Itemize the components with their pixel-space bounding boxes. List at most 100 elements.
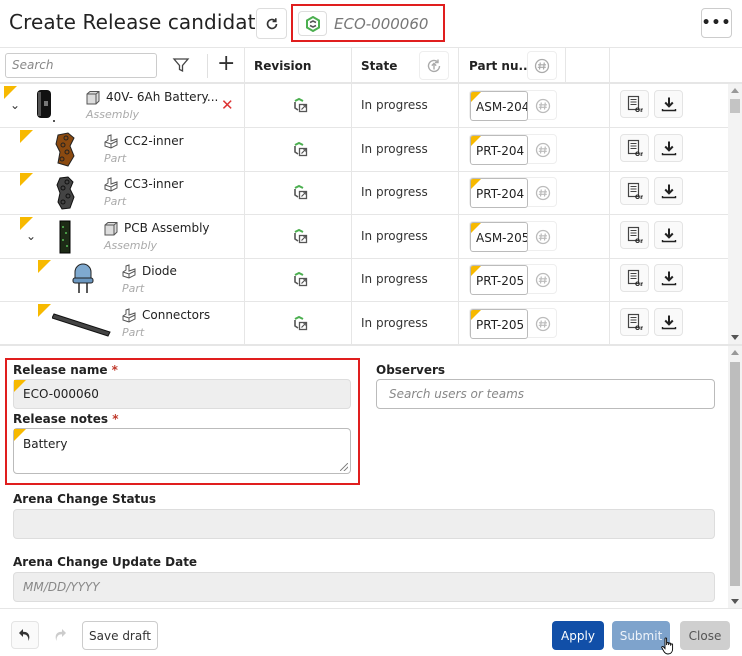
part-number-input[interactable]: PRT-205 [470, 265, 528, 295]
undo-button[interactable] [11, 621, 39, 649]
generate-part-number-button[interactable] [530, 138, 556, 162]
column-divider [351, 214, 352, 259]
item-type: Part [104, 151, 127, 165]
arena-change-update-date-field[interactable]: MM/DD/YYYY [13, 572, 715, 602]
properties-button[interactable]: On [620, 177, 649, 205]
part-thumbnail [48, 219, 82, 255]
refresh-button[interactable] [256, 8, 287, 39]
search-input[interactable]: Search [5, 53, 157, 78]
svg-text:On: On [635, 151, 643, 157]
redo-button[interactable] [47, 621, 73, 649]
item-type: Assembly [104, 238, 158, 252]
close-button[interactable]: Close [680, 621, 730, 650]
table-row[interactable]: Connectors Part In progress PRT-205 On [0, 301, 728, 344]
item-name[interactable]: Connectors [142, 308, 210, 322]
filter-icon[interactable] [172, 56, 190, 74]
expand-chevron-icon[interactable]: ⌄ [10, 98, 20, 112]
revision-link[interactable] [291, 96, 309, 117]
table-scrollbar[interactable] [728, 84, 742, 344]
more-options-button[interactable]: ••• [701, 8, 732, 38]
release-name-field[interactable]: ECO-000060 [13, 379, 351, 409]
edited-flag [38, 303, 51, 317]
refresh-icon [266, 17, 277, 29]
part-number-input[interactable]: PRT-204 [470, 178, 528, 208]
download-button[interactable] [654, 133, 683, 162]
item-state: In progress [361, 141, 428, 156]
item-name[interactable]: CC3-inner [124, 177, 184, 191]
observers-search-input[interactable]: Search users or teams [376, 379, 715, 409]
scroll-up-arrow[interactable] [731, 350, 739, 355]
arena-change-status-field[interactable] [13, 509, 715, 539]
expand-chevron-icon[interactable]: ⌄ [26, 229, 36, 243]
part-thumbnail [28, 88, 62, 124]
part-number-input[interactable]: ASM-205 [470, 221, 528, 252]
scroll-down-arrow[interactable] [731, 335, 739, 340]
scroll-up-arrow[interactable] [731, 88, 739, 93]
column-divider [565, 48, 566, 84]
item-name[interactable]: CC2-inner [124, 134, 184, 148]
properties-button[interactable]: On [620, 220, 649, 249]
revision-icon [294, 315, 308, 330]
download-icon [661, 97, 676, 112]
state-refresh-button[interactable] [419, 51, 449, 80]
part-number-input[interactable]: PRT-204 [470, 134, 528, 165]
save-draft-button[interactable]: Save draft [82, 621, 158, 650]
properties-button[interactable]: On [620, 307, 649, 336]
column-header-state[interactable]: State [361, 59, 397, 73]
table-row[interactable]: CC2-inner Part In progress PRT-204 On [0, 127, 728, 172]
add-icon[interactable]: + [217, 51, 235, 77]
column-divider [244, 127, 245, 172]
part-number-cell: PRT-204 [469, 133, 557, 165]
properties-icon: On [627, 226, 643, 244]
download-button[interactable] [654, 90, 683, 118]
edited-flag [471, 135, 481, 146]
item-name[interactable]: Diode [142, 264, 177, 278]
generate-part-number-button[interactable] [530, 94, 556, 118]
download-icon [661, 184, 676, 199]
item-state: In progress [361, 272, 428, 286]
table-row[interactable]: ⌄ 40V- 6Ah Battery... Assembly ✕ In progress… [0, 84, 728, 128]
revision-icon [294, 271, 308, 287]
release-notes-textarea[interactable]: Battery [13, 428, 351, 474]
item-name[interactable]: 40V- 6Ah Battery... [106, 90, 218, 104]
generate-part-number-button[interactable] [530, 268, 556, 292]
revision-link[interactable] [291, 270, 309, 291]
properties-button[interactable]: On [620, 264, 649, 292]
part-number-input[interactable]: ASM-204 [470, 91, 528, 121]
part-number-input[interactable]: PRT-205 [470, 308, 528, 339]
properties-button[interactable]: On [620, 133, 649, 162]
revision-link[interactable] [291, 314, 309, 335]
item-name[interactable]: PCB Assembly [124, 221, 210, 235]
remove-icon[interactable]: ✕ [221, 96, 234, 114]
column-divider [609, 127, 610, 172]
apply-button[interactable]: Apply [552, 621, 604, 650]
resize-handle[interactable] [340, 463, 348, 471]
column-header-part-number[interactable]: Part nu... [469, 59, 532, 73]
part-number-icon [535, 316, 551, 331]
scroll-down-arrow[interactable] [731, 599, 739, 604]
scrollbar-thumb[interactable] [730, 362, 740, 586]
scrollbar-thumb[interactable] [730, 99, 740, 113]
table-row[interactable]: ⌄ PCB Assembly Assembly In progress ASM-205 O… [0, 214, 728, 259]
download-button[interactable] [654, 220, 683, 249]
generate-part-number-button[interactable] [530, 225, 556, 249]
item-state: In progress [361, 98, 428, 112]
download-button[interactable] [654, 177, 683, 205]
revision-link[interactable] [291, 183, 309, 204]
item-type: Part [104, 195, 127, 208]
revision-link[interactable] [291, 140, 309, 161]
generate-part-numbers-button[interactable] [527, 51, 557, 80]
download-button[interactable] [654, 307, 683, 336]
properties-button[interactable]: On [620, 90, 649, 118]
download-button[interactable] [654, 264, 683, 292]
revision-link[interactable] [291, 227, 309, 248]
part-number-cell: ASM-204 [469, 90, 557, 121]
column-header-revision[interactable]: Revision [254, 59, 311, 73]
table-row[interactable]: Diode Part In progress PRT-205 On [0, 258, 728, 302]
form-scrollbar[interactable] [728, 346, 742, 608]
generate-part-number-button[interactable] [530, 312, 556, 336]
svg-text:On: On [635, 281, 643, 287]
generate-part-number-button[interactable] [530, 181, 556, 205]
table-row[interactable]: CC3-inner Part In progress PRT-204 On [0, 171, 728, 215]
arena-link-button[interactable] [298, 11, 327, 36]
